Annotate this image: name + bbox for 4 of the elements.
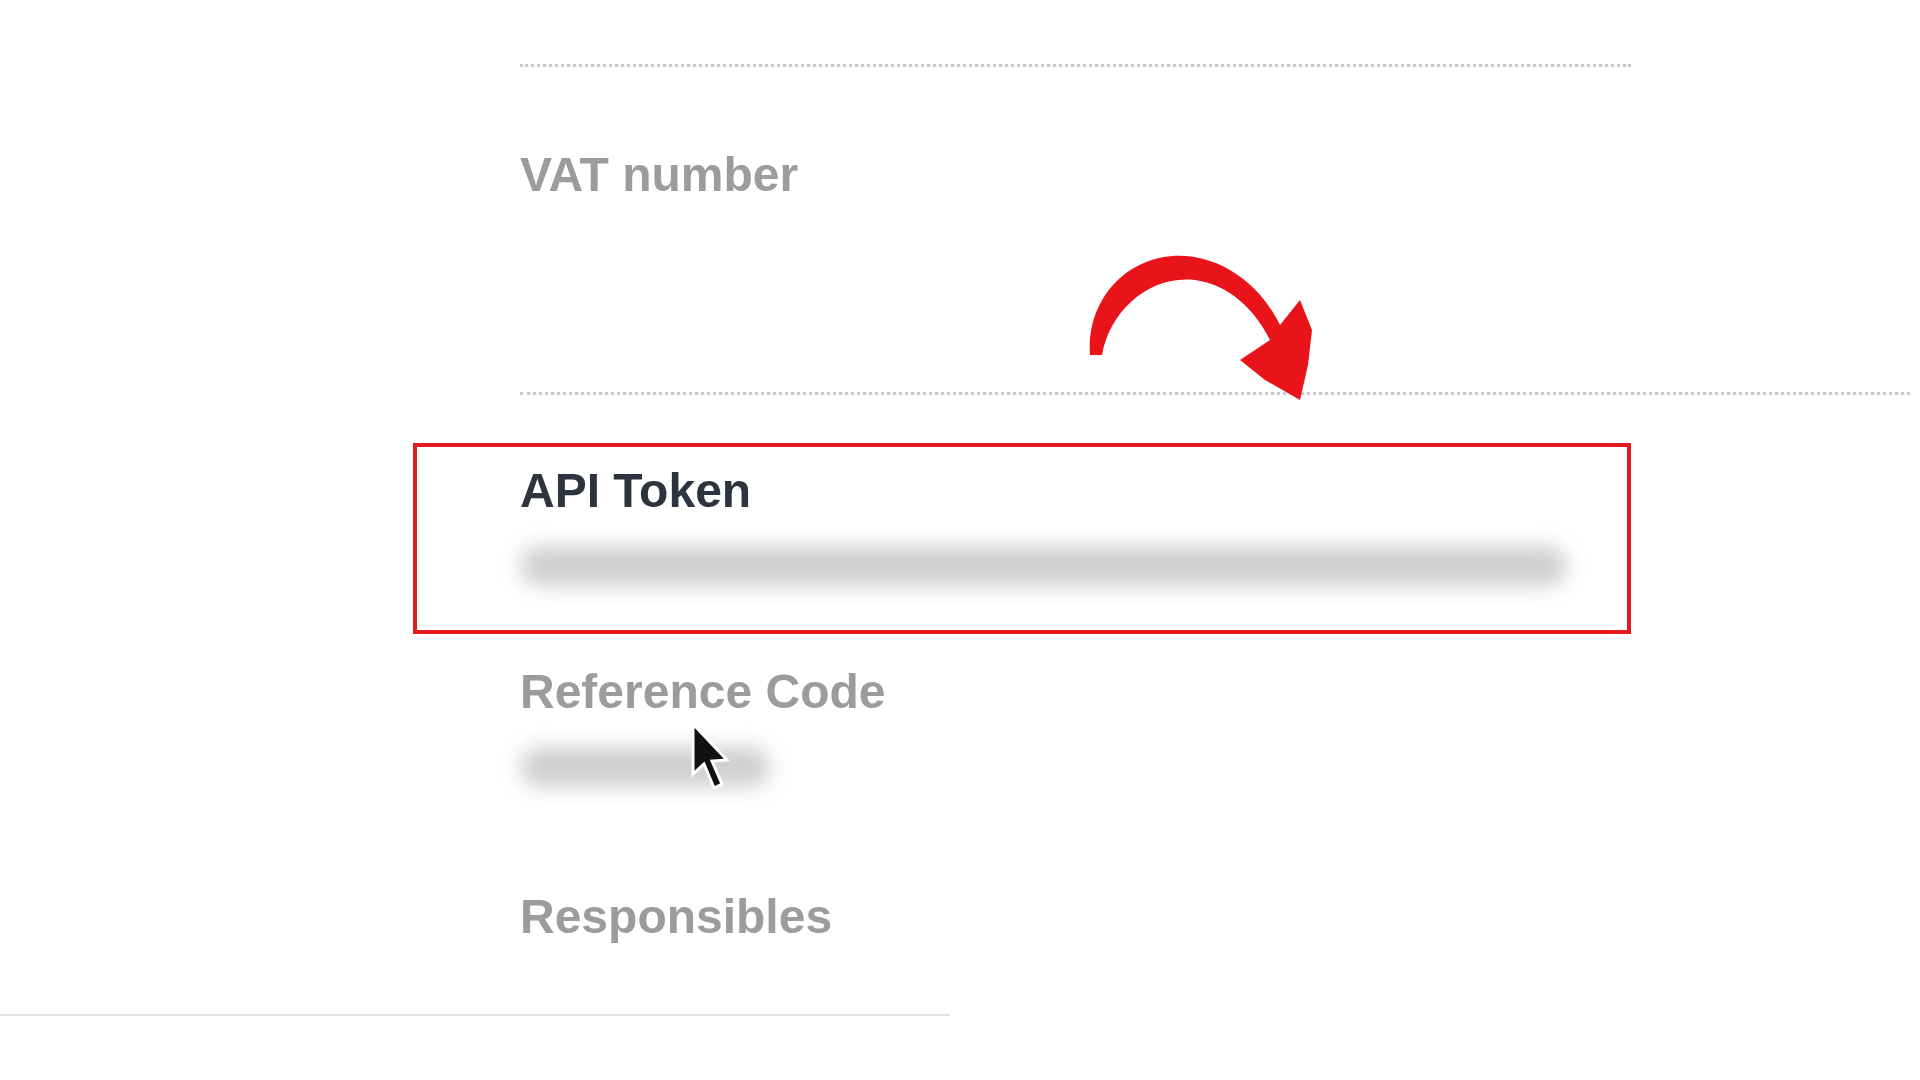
- field-label: Responsibles: [520, 889, 833, 944]
- field-label: VAT number: [520, 147, 799, 202]
- field-label: Reference Code: [520, 664, 886, 719]
- field-label: API Token: [520, 463, 752, 518]
